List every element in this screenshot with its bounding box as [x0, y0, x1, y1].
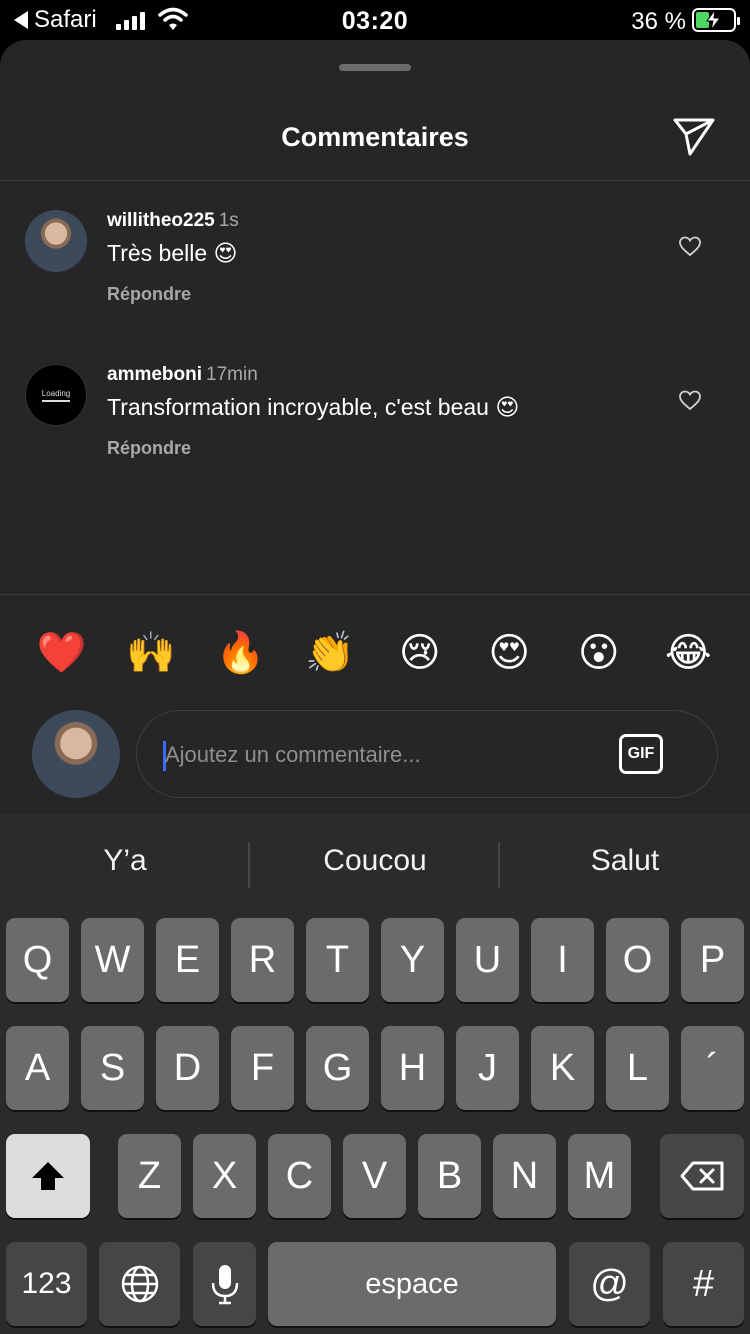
avatar-loading-text: Loading	[41, 388, 71, 398]
hash-key[interactable]: #	[663, 1242, 744, 1326]
emoji-heart-button[interactable]: ❤️	[17, 626, 107, 702]
globe-key[interactable]	[99, 1242, 180, 1326]
battery-icon	[692, 8, 740, 32]
microphone-icon	[211, 1265, 238, 1305]
comment-username[interactable]: willitheo225	[107, 210, 215, 231]
key-o[interactable]: O	[606, 918, 669, 1002]
sheet-grabber[interactable]	[339, 64, 411, 71]
avatar-loading-bar	[42, 399, 70, 402]
key-e[interactable]: E	[156, 918, 219, 1002]
key-v[interactable]: V	[343, 1134, 406, 1218]
reply-button[interactable]: Répondre	[107, 284, 191, 305]
comment-username[interactable]: ammeboni	[107, 364, 202, 385]
key-t[interactable]: T	[306, 918, 369, 1002]
heart-outline-icon[interactable]	[678, 234, 702, 258]
avatar[interactable]	[25, 210, 87, 272]
comment-input[interactable]: Ajoutez un commentaire... GIF	[136, 710, 718, 798]
key-c[interactable]: C	[268, 1134, 331, 1218]
comment-item: Loading ammeboni 17min Transformation inc…	[0, 354, 750, 474]
quick-emoji-bar: ❤️ 🙌 🔥 👏 😢 😍 😮 😂	[0, 626, 750, 702]
key-i[interactable]: I	[531, 918, 594, 1002]
status-bar: Safari 03:20 36 %	[0, 0, 750, 40]
key-j[interactable]: J	[456, 1026, 519, 1110]
key-y[interactable]: Y	[381, 918, 444, 1002]
suggestion-item[interactable]: Salut	[500, 844, 750, 878]
battery-percent: 36 %	[631, 8, 686, 35]
key-q[interactable]: Q	[6, 918, 69, 1002]
key-p[interactable]: P	[681, 918, 744, 1002]
dictation-key[interactable]	[193, 1242, 256, 1326]
keyboard: Y’a Coucou Salut Q W E R T Y U I O P A S…	[0, 814, 750, 1334]
at-key[interactable]: @	[569, 1242, 650, 1326]
gif-button[interactable]: GIF	[619, 734, 663, 774]
suggestion-item[interactable]: Y’a	[0, 844, 250, 878]
delete-key[interactable]	[660, 1134, 744, 1218]
emoji-laugh-button[interactable]: 😂	[644, 626, 734, 702]
backspace-icon	[680, 1161, 724, 1191]
key-a[interactable]: A	[6, 1026, 69, 1110]
comment-header: willitheo225 1s	[107, 210, 239, 232]
paper-plane-icon[interactable]	[670, 112, 718, 160]
key-n[interactable]: N	[493, 1134, 556, 1218]
suggestion-bar: Y’a Coucou Salut	[0, 814, 750, 914]
comment-text: Transformation incroyable, c'est beau 😍	[107, 394, 520, 420]
emoji-raised-hands-button[interactable]: 🙌	[107, 626, 197, 702]
key-u[interactable]: U	[456, 918, 519, 1002]
emoji-cry-button[interactable]: 😢	[375, 626, 465, 702]
heart-outline-icon[interactable]	[678, 388, 702, 412]
emoji-divider	[0, 594, 750, 595]
comments-sheet: Commentaires willitheo225 1s Très belle 😍…	[0, 40, 750, 814]
key-z[interactable]: Z	[118, 1134, 181, 1218]
key-h[interactable]: H	[381, 1026, 444, 1110]
my-avatar	[32, 710, 120, 798]
key-acute-accent[interactable]: ´	[681, 1026, 744, 1110]
key-w[interactable]: W	[81, 918, 144, 1002]
key-b[interactable]: B	[418, 1134, 481, 1218]
key-d[interactable]: D	[156, 1026, 219, 1110]
emoji-surprised-button[interactable]: 😮	[554, 626, 644, 702]
numbers-key[interactable]: 123	[6, 1242, 87, 1326]
key-k[interactable]: K	[531, 1026, 594, 1110]
header-divider	[0, 180, 750, 181]
avatar[interactable]: Loading	[25, 364, 87, 426]
shift-arrow-icon	[32, 1162, 64, 1190]
comment-header: ammeboni 17min	[107, 364, 258, 386]
globe-icon	[121, 1265, 158, 1303]
charging-bolt-icon	[706, 9, 721, 31]
sheet-title: Commentaires	[281, 122, 469, 152]
comment-input-placeholder: Ajoutez un commentaire...	[165, 742, 421, 767]
shift-key[interactable]	[6, 1134, 90, 1218]
emoji-fire-button[interactable]: 🔥	[196, 626, 286, 702]
comment-time: 1s	[218, 210, 239, 231]
comment-item: willitheo225 1s Très belle 😍 Répondre	[0, 200, 750, 320]
space-key[interactable]: espace	[268, 1242, 556, 1326]
key-g[interactable]: G	[306, 1026, 369, 1110]
key-f[interactable]: F	[231, 1026, 294, 1110]
key-r[interactable]: R	[231, 918, 294, 1002]
suggestion-item[interactable]: Coucou	[250, 844, 500, 878]
key-m[interactable]: M	[568, 1134, 631, 1218]
key-x[interactable]: X	[193, 1134, 256, 1218]
reply-button[interactable]: Répondre	[107, 438, 191, 459]
emoji-heart-eyes-button[interactable]: 😍	[465, 626, 555, 702]
comment-time: 17min	[206, 364, 258, 385]
key-s[interactable]: S	[81, 1026, 144, 1110]
emoji-clap-button[interactable]: 👏	[286, 626, 376, 702]
comment-text: Très belle 😍	[107, 240, 238, 266]
key-l[interactable]: L	[606, 1026, 669, 1110]
